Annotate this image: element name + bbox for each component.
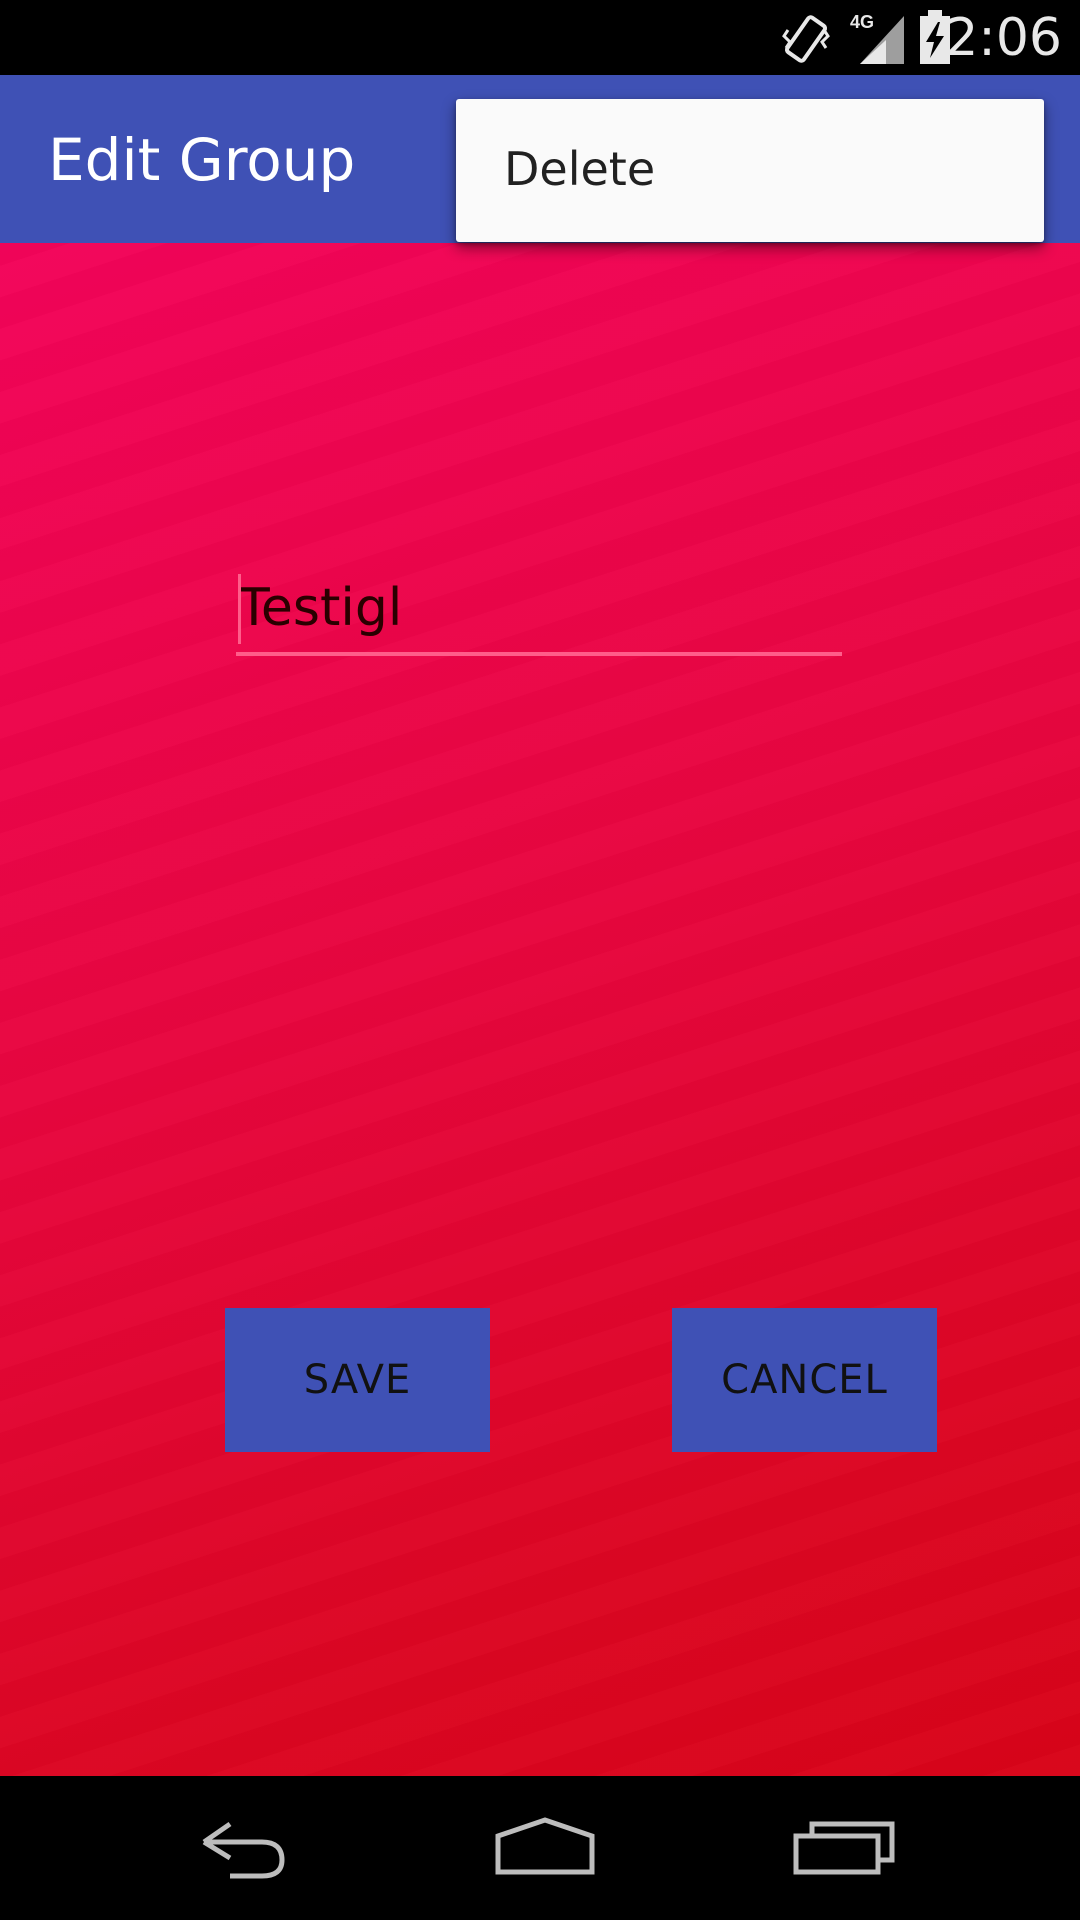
overflow-menu: Delete bbox=[456, 99, 1044, 242]
screen: 4G 2:06 Edit Group SAVE CANCEL Delete bbox=[0, 0, 1080, 1920]
text-cursor bbox=[238, 574, 241, 644]
clock: 2:06 bbox=[945, 8, 1062, 68]
signal-icon: 4G bbox=[850, 12, 904, 64]
home-button[interactable] bbox=[450, 1776, 630, 1920]
home-icon bbox=[495, 1817, 595, 1875]
cancel-button[interactable]: CANCEL bbox=[672, 1308, 937, 1452]
back-icon bbox=[202, 1821, 285, 1879]
back-button[interactable] bbox=[150, 1776, 330, 1920]
group-name-field[interactable] bbox=[236, 568, 842, 656]
menu-item-delete[interactable]: Delete bbox=[504, 141, 655, 197]
network-type-label: 4G bbox=[850, 12, 874, 32]
content-area: SAVE CANCEL bbox=[0, 243, 1080, 1776]
status-bar: 4G 2:06 bbox=[0, 0, 1080, 75]
navigation-bar bbox=[0, 1776, 1080, 1920]
save-button[interactable]: SAVE bbox=[225, 1308, 490, 1452]
group-name-input[interactable] bbox=[238, 568, 838, 648]
recents-button[interactable] bbox=[752, 1776, 932, 1920]
recents-icon bbox=[793, 1821, 895, 1875]
page-title: Edit Group bbox=[48, 126, 356, 194]
vibrate-icon bbox=[782, 15, 830, 63]
